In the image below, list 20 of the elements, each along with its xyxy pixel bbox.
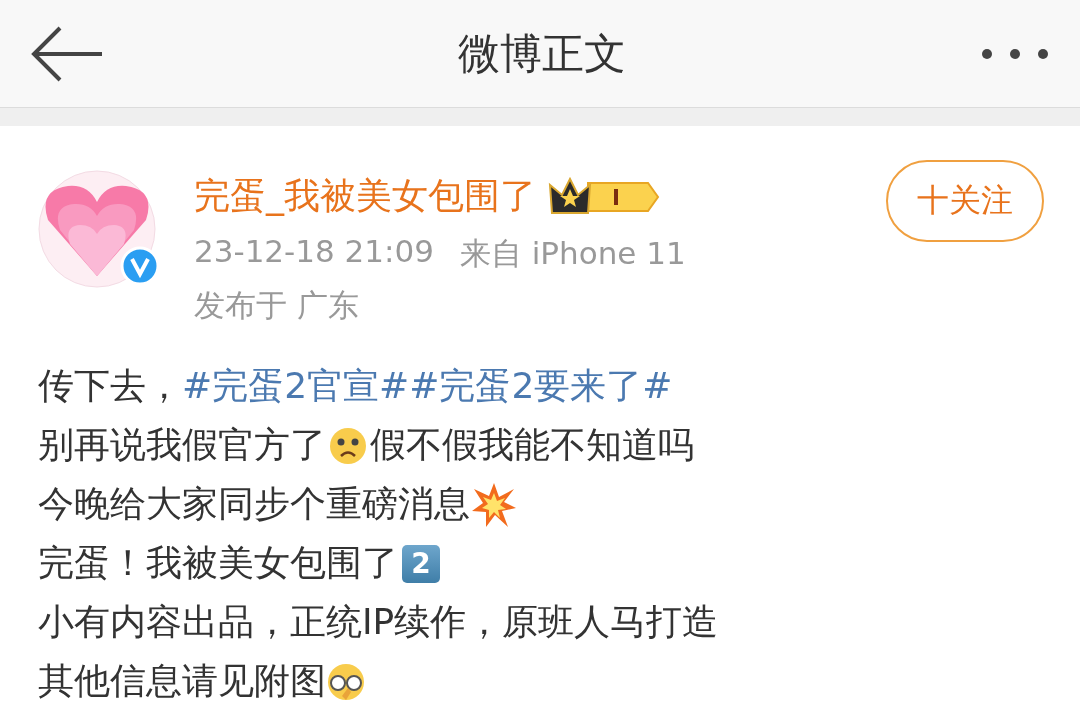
- post-text: 别再说我假官方了: [38, 423, 326, 467]
- page-title: 微博正文: [458, 27, 626, 80]
- back-button[interactable]: [30, 25, 104, 82]
- post-text: 小有内容出品，正统IP续作，原班人马打造: [38, 600, 719, 644]
- post-text: 假不假我能不知道吗: [370, 423, 694, 467]
- post-source: 来自 iPhone 11: [459, 234, 686, 273]
- topic-link[interactable]: #完蛋2要来了#: [409, 362, 673, 411]
- post-text: 其他信息请见附图: [38, 659, 326, 703]
- post-text: 完蛋！我被美女包围了: [38, 541, 398, 585]
- keycap-emoji: 2: [402, 544, 440, 583]
- topic-link[interactable]: #完蛋2官宣#: [182, 362, 410, 411]
- post-text: 传下去，: [38, 364, 182, 408]
- glasses-face-emoji-icon: [326, 661, 366, 702]
- post-location: 发布于 广东: [194, 286, 360, 325]
- post-text: 今晚给大家同步个重磅消息: [38, 482, 470, 526]
- sad-face-emoji-icon: [328, 425, 368, 466]
- more-button[interactable]: [980, 46, 1050, 61]
- follow-button[interactable]: 十关注: [886, 160, 1044, 242]
- author-name[interactable]: 完蛋_我被美女包围了: [194, 172, 536, 221]
- post-time: 23-12-18 21:09: [194, 233, 434, 271]
